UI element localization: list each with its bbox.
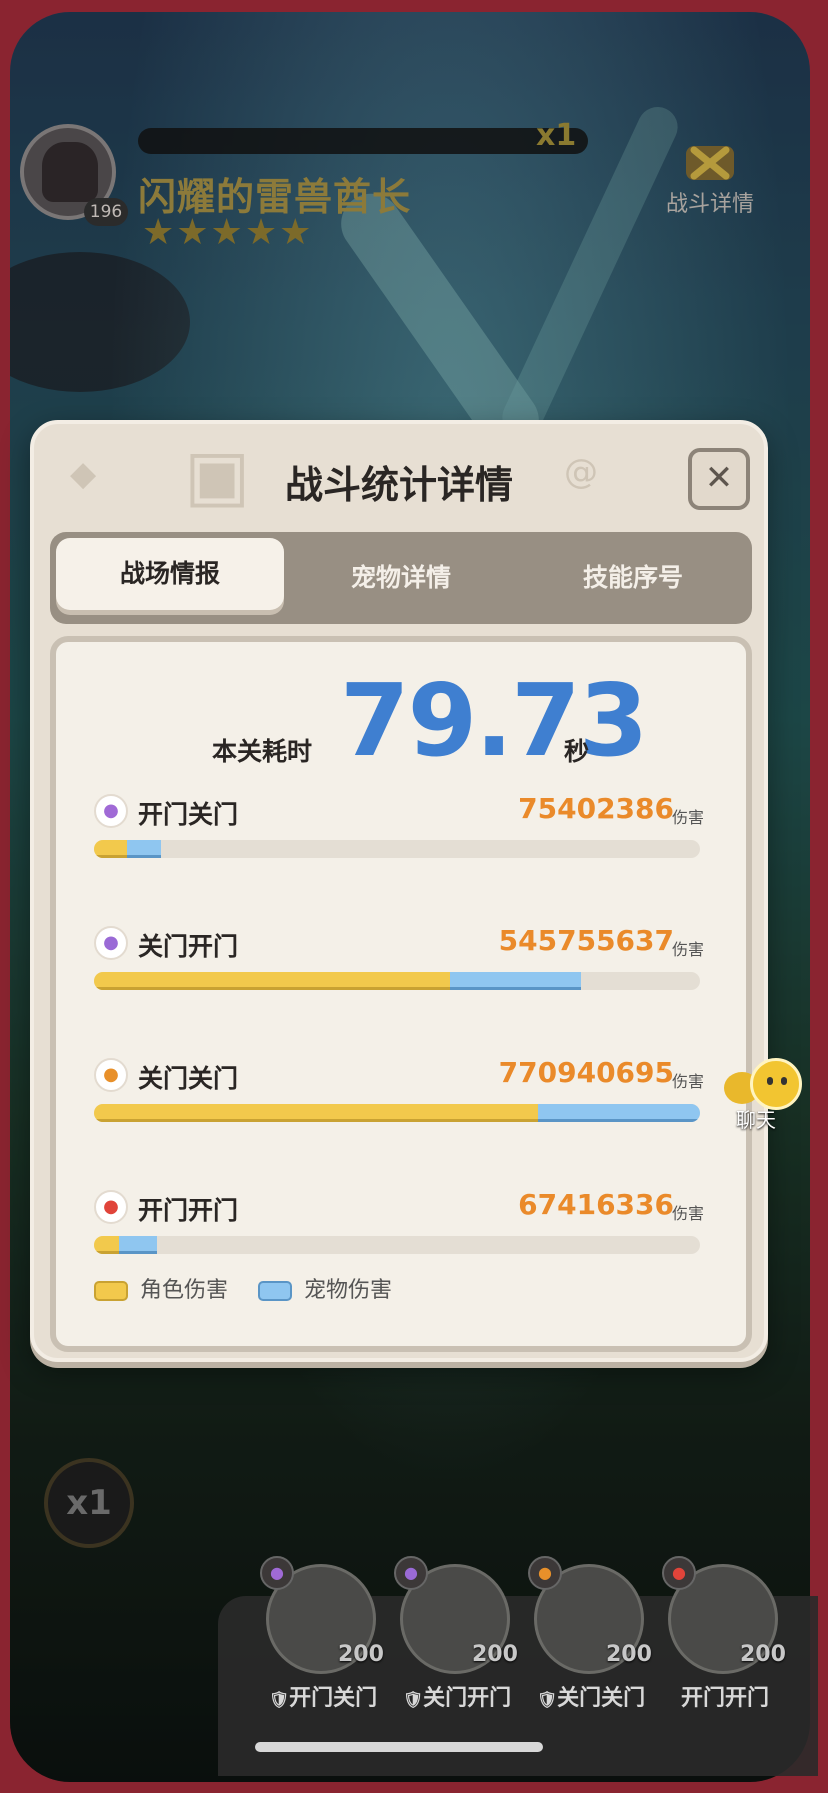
crossed-swords-icon <box>686 146 734 180</box>
chat-label: 聊天 <box>736 1108 776 1132</box>
damage-row: ● 开门开门 67416336 伤害 <box>94 1188 704 1270</box>
damage-row-name: 开门开门 <box>138 1196 239 1225</box>
damage-row-unit: 伤害 <box>671 940 704 959</box>
legend-label: 宠物伤害 <box>304 1278 393 1303</box>
time-row: 本关耗时 79.73 秒 <box>56 662 746 779</box>
damage-row-value: 545755637 <box>498 924 674 957</box>
member-level: 200 <box>606 1642 652 1667</box>
damage-bar-track <box>94 840 700 858</box>
member-level: 200 <box>472 1642 518 1667</box>
boss-level-badge: 196 <box>84 198 128 226</box>
damage-bar-pet <box>537 1104 700 1122</box>
shield-icon: 🛡 <box>268 1690 290 1709</box>
stats-panel: 本关耗时 79.73 秒 ● 开门关门 75402386 伤害 ● 关门开门 5457556… <box>50 636 752 1352</box>
damage-row: ● 关门开门 545755637 伤害 <box>94 924 704 1006</box>
member-name-label: 开门关门 <box>289 1686 378 1711</box>
member-name-label: 关门关门 <box>557 1686 646 1711</box>
tab-pet-details[interactable]: 宠物详情 <box>286 532 516 624</box>
damage-bar-role <box>94 1236 120 1254</box>
damage-bar-pet <box>127 840 161 858</box>
tab-bar: 战场情报 宠物详情 技能序号 <box>50 532 752 624</box>
member-name: 🛡关门开门 <box>382 1680 532 1712</box>
element-icon: ● <box>260 1556 294 1590</box>
damage-bar-track <box>94 1104 700 1122</box>
legend-swatch-pet <box>258 1281 292 1301</box>
battle-detail-button[interactable]: 战斗详情 <box>660 140 760 220</box>
close-button[interactable]: ✕ <box>688 448 750 510</box>
damage-row-name: 关门关门 <box>138 1064 239 1093</box>
chat-button[interactable]: 聊天 <box>720 1058 810 1138</box>
member-name: 开门开门 <box>650 1680 800 1712</box>
time-unit: 秒 <box>564 737 590 766</box>
member-name: 🛡开门关门 <box>248 1680 398 1712</box>
damage-row-value: 67416336 <box>518 1188 674 1221</box>
damage-row-value: 75402386 <box>518 792 674 825</box>
damage-row-name: 开门关门 <box>138 800 239 829</box>
home-indicator[interactable] <box>255 1742 543 1752</box>
shield-icon: 🛡 <box>536 1690 558 1709</box>
battle-stats-modal: ◆ ▣ @ 战斗统计详情 ✕ 战场情报 宠物详情 技能序号 本关耗时 79.73… <box>30 420 768 1362</box>
element-icon: ● <box>528 1556 562 1590</box>
damage-row-name: 关门开门 <box>138 932 239 961</box>
damage-bar-role <box>94 972 450 990</box>
element-icon: ● <box>394 1556 428 1590</box>
shield-icon: 🛡 <box>402 1690 424 1709</box>
legend-label: 角色伤害 <box>140 1278 229 1303</box>
damage-row: ● 关门关门 770940695 伤害 <box>94 1056 704 1138</box>
damage-row-unit: 伤害 <box>671 1204 704 1223</box>
modal-title: 战斗统计详情 <box>284 463 513 507</box>
red-flame-icon: ● <box>94 1190 128 1224</box>
damage-bar-pet <box>119 1236 157 1254</box>
legend-item-role: 角色伤害 <box>94 1272 228 1304</box>
speed-toggle-button[interactable]: x1 <box>44 1458 134 1548</box>
damage-bar-pet <box>449 972 582 990</box>
member-name: 🛡关门关门 <box>516 1680 666 1712</box>
legend-swatch-role <box>94 1281 128 1301</box>
damage-bar-track <box>94 1236 700 1254</box>
boss-portrait <box>42 142 98 202</box>
team-member[interactable]: ● 200 🛡开门关门 <box>252 1556 384 1711</box>
damage-row-unit: 伤害 <box>671 1072 704 1091</box>
member-level: 200 <box>338 1642 384 1667</box>
damage-bar-track <box>94 972 700 990</box>
purple-swirl-icon: ● <box>94 794 128 828</box>
team-member[interactable]: ● 200 开门开门 <box>654 1556 786 1711</box>
violet-vortex-icon: ● <box>94 926 128 960</box>
damage-bar-role <box>94 1104 538 1122</box>
smiley-face-icon <box>750 1058 802 1110</box>
tab-skill-order[interactable]: 技能序号 <box>518 532 748 624</box>
time-value: 79.73 <box>340 662 648 779</box>
team-member[interactable]: ● 200 🛡关门开门 <box>386 1556 518 1711</box>
damage-row-unit: 伤害 <box>671 808 704 827</box>
element-icon: ● <box>662 1556 696 1590</box>
boss-hp-multiplier: x1 <box>536 118 577 153</box>
damage-row-value: 770940695 <box>498 1056 674 1089</box>
legend-item-pet: 宠物伤害 <box>258 1272 392 1304</box>
member-name-label: 开门开门 <box>680 1686 769 1711</box>
member-level: 200 <box>740 1642 786 1667</box>
damage-bar-role <box>94 840 128 858</box>
orange-blade-icon: ● <box>94 1058 128 1092</box>
boss-star-rating: ★★★★★ <box>142 212 314 253</box>
damage-row: ● 开门关门 75402386 伤害 <box>94 792 704 874</box>
close-icon: ✕ <box>704 458 734 498</box>
team-member[interactable]: ● 200 🛡关门关门 <box>520 1556 652 1711</box>
tab-battle-intel[interactable]: 战场情报 <box>56 538 284 610</box>
member-name-label: 关门开门 <box>423 1686 512 1711</box>
time-label: 本关耗时 <box>212 737 313 766</box>
battle-detail-label: 战斗详情 <box>665 192 754 217</box>
boss-hp-bar <box>138 128 588 154</box>
